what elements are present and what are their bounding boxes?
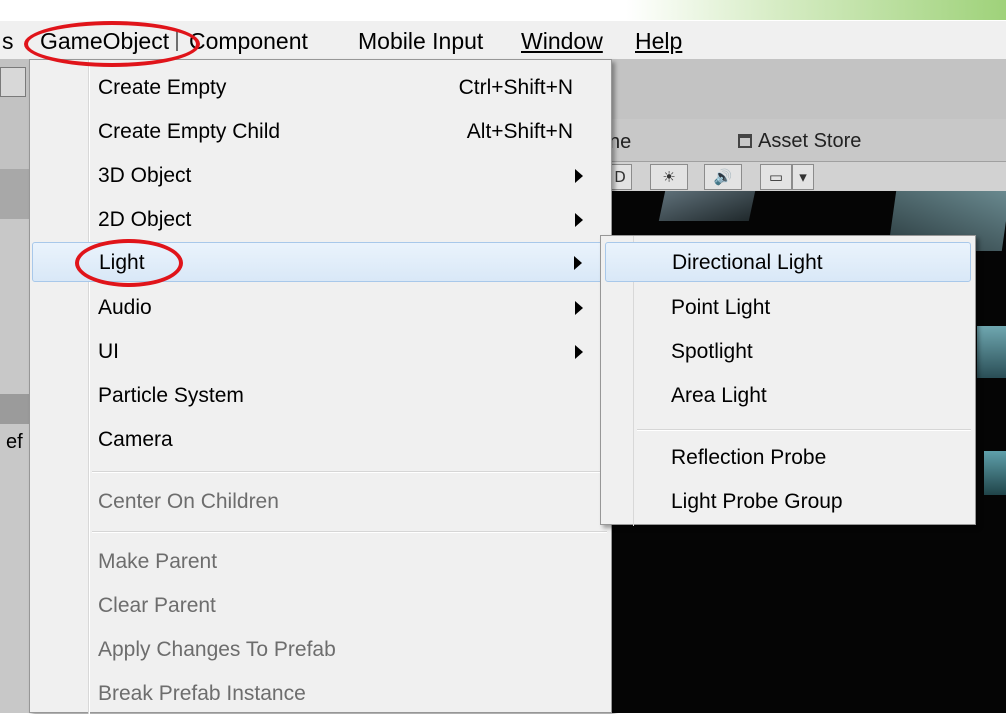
menu-item-label: Create Empty Child [98, 120, 281, 143]
menu-item-center-on-children[interactable]: Center On Children [32, 482, 609, 522]
menu-item-label: Audio [98, 296, 152, 319]
sun-icon[interactable]: ☀ [650, 164, 688, 190]
menu-item-label: Apply Changes To Prefab [98, 638, 336, 661]
menu-item-camera[interactable]: Camera [32, 420, 609, 460]
menu-item-shortcut: Alt+Shift+N [466, 120, 573, 143]
audio-icon[interactable]: 🔊 [704, 164, 742, 190]
submenu-item-spotlight[interactable]: Spotlight [605, 332, 971, 372]
menu-item-apply-changes-to-prefab[interactable]: Apply Changes To Prefab [32, 630, 609, 670]
menu-item-label: Break Prefab Instance [98, 682, 306, 705]
menu-window[interactable]: Window [521, 25, 603, 57]
menu-item-particle-system[interactable]: Particle System [32, 376, 609, 416]
partial-label: ef [6, 431, 23, 453]
menu-help-label: Help [635, 28, 683, 54]
toolbar-button[interactable] [0, 67, 26, 97]
menu-item-label: Point Light [671, 296, 771, 319]
menu-item-label: Clear Parent [98, 594, 216, 617]
menu-item-label: Light Probe Group [671, 490, 843, 513]
panel-body [0, 219, 32, 713]
menu-item-label: UI [98, 340, 119, 363]
scene-object [984, 451, 1006, 495]
menu-separator [92, 471, 607, 473]
menu-item-break-prefab-instance[interactable]: Break Prefab Instance [32, 674, 609, 714]
menu-item-make-parent[interactable]: Make Parent [32, 542, 609, 582]
panel-tab[interactable] [0, 169, 32, 221]
submenu-item-reflection-probe[interactable]: Reflection Probe [605, 438, 971, 478]
submenu-arrow-icon [575, 345, 583, 359]
scene-tab-partial[interactable]: ne [609, 131, 631, 154]
asset-store-tab[interactable]: Asset Store [738, 130, 861, 153]
left-editor-panel: ef [0, 59, 32, 713]
submenu-item-area-light[interactable]: Area Light [605, 376, 971, 416]
menu-item-create-empty-child[interactable]: Create Empty Child Alt+Shift+N [32, 112, 609, 152]
submenu-arrow-icon [575, 301, 583, 315]
submenu-arrow-icon [575, 169, 583, 183]
menu-mobile-input[interactable]: Mobile Input [358, 25, 483, 57]
chevron-down-icon[interactable]: ▾ [792, 164, 814, 190]
submenu-item-point-light[interactable]: Point Light [605, 288, 971, 328]
image-effects-icon[interactable]: ▭ [760, 164, 792, 190]
menu-item-audio[interactable]: Audio [32, 288, 609, 328]
menu-item-ui[interactable]: UI [32, 332, 609, 372]
menu-item-2d-object[interactable]: 2D Object [32, 200, 609, 240]
submenu-item-light-probe-group[interactable]: Light Probe Group [605, 482, 971, 522]
menu-help[interactable]: Help [635, 25, 682, 57]
menu-component[interactable]: Component [189, 25, 308, 57]
menu-item-3d-object[interactable]: 3D Object [32, 156, 609, 196]
menu-item-label: Spotlight [671, 340, 753, 363]
menu-item-label: Area Light [671, 384, 767, 407]
submenu-item-directional-light[interactable]: Directional Light [605, 242, 971, 282]
menu-item-label: 2D Object [98, 208, 192, 231]
shopping-bag-icon [738, 134, 752, 148]
menu-item-label: Make Parent [98, 550, 218, 573]
submenu-arrow-icon [574, 256, 582, 270]
menu-partial-item[interactable]: s [2, 25, 14, 57]
menu-window-label: Window [521, 28, 603, 54]
annotation-ellipse-light [75, 239, 183, 287]
gameobject-dropdown: Create Empty Ctrl+Shift+N Create Empty C… [29, 59, 612, 714]
selected-row[interactable] [0, 394, 32, 424]
scene-object [658, 191, 756, 221]
menu-separator [637, 429, 971, 431]
submenu-arrow-icon [575, 213, 583, 227]
menu-item-label: Directional Light [672, 251, 823, 274]
annotation-ellipse-gameobject [24, 21, 200, 67]
scene-toolbar: D ☀ 🔊 ▭ ▾ [608, 161, 1006, 193]
menu-item-create-empty[interactable]: Create Empty Ctrl+Shift+N [32, 68, 609, 108]
menu-separator [92, 531, 607, 533]
menu-item-label: Center On Children [98, 490, 279, 513]
menu-item-label: Camera [98, 428, 173, 451]
title-gradient [626, 0, 1006, 20]
menu-item-clear-parent[interactable]: Clear Parent [32, 586, 609, 626]
menu-item-label: Particle System [98, 384, 244, 407]
asset-store-label: Asset Store [758, 130, 862, 152]
light-submenu: Directional Light Point Light Spotlight … [600, 235, 976, 526]
menu-item-shortcut: Ctrl+Shift+N [458, 76, 573, 99]
menu-item-label: Create Empty [98, 76, 227, 99]
scene-object [977, 326, 1006, 378]
menu-item-label: Reflection Probe [671, 446, 827, 469]
menu-item-label: 3D Object [98, 164, 192, 187]
